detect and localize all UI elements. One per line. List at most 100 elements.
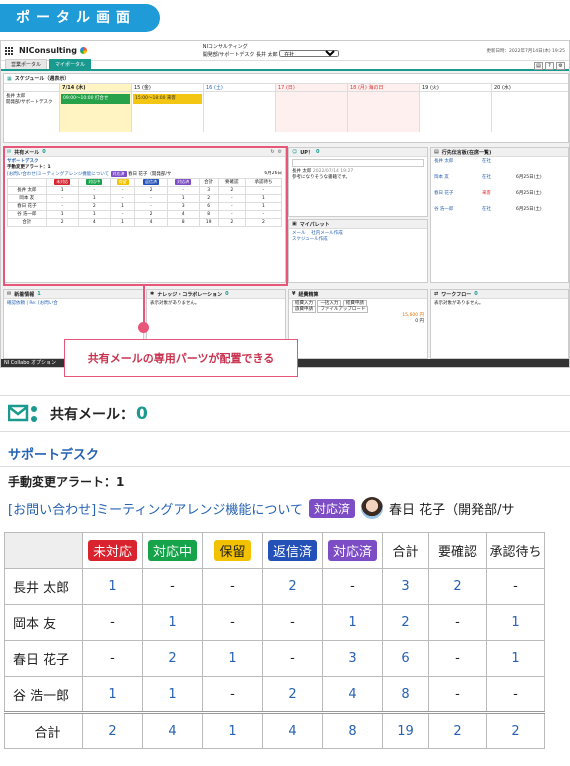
palette-mail[interactable]: メール: [292, 231, 306, 236]
table-cell: -: [262, 640, 323, 677]
table-cell[interactable]: 3: [322, 640, 383, 677]
shared-mail-title: 共有メール：: [50, 406, 134, 423]
page-title: ポータル画面: [0, 4, 160, 32]
row-name: 春日 花子: [4, 640, 83, 677]
table-cell[interactable]: 1: [202, 711, 263, 749]
mypalette-panel: ▣ マイパレット メール 社内メール作成 スケジュール作成: [288, 219, 428, 283]
table-cell: -: [322, 568, 383, 605]
row-name: 合計: [4, 711, 83, 749]
table-cell[interactable]: 2: [382, 604, 429, 641]
mail-subject-link[interactable]: [お問い合わせ]ミーティングアレンジ機能について: [8, 499, 303, 518]
table-cell[interactable]: 6: [382, 640, 429, 677]
table-cell[interactable]: 19: [382, 711, 429, 749]
status-badge: 対応済: [308, 498, 355, 518]
file-upload-button[interactable]: ファイルアップロード: [317, 306, 369, 313]
avatar: [361, 497, 383, 519]
callout-dot: [138, 322, 149, 333]
table-cell[interactable]: 2: [486, 711, 545, 749]
table-cell[interactable]: 2: [262, 568, 323, 605]
column-label: 対応中: [147, 540, 197, 561]
table-cell: -: [82, 640, 143, 677]
column-header: 合計: [382, 532, 429, 569]
help-icon[interactable]: ?: [545, 62, 554, 70]
table-cell[interactable]: 1: [142, 604, 203, 641]
tab-sales-portal[interactable]: 営業ポータル: [5, 59, 48, 69]
column-header: 未対応: [82, 532, 143, 569]
day-header[interactable]: 17 (日): [275, 84, 347, 91]
alert-text: 手動変更アラート：1: [8, 475, 125, 489]
table-cell[interactable]: 2: [428, 568, 487, 605]
highlight-frame: [3, 146, 288, 286]
table-cell[interactable]: 1: [202, 640, 263, 677]
callout-label: 共有メールの専用パーツが配置できる: [64, 339, 298, 377]
column-label: 保留: [214, 540, 251, 561]
destination-row[interactable]: 谷 浩一郎 在社 6月25日(土): [434, 207, 565, 223]
status-select[interactable]: 在社: [279, 49, 340, 57]
up-author: 長井 太郎: [292, 169, 312, 174]
palette-internal-mail[interactable]: 社内メール作成: [311, 231, 343, 236]
table-cell[interactable]: 2: [82, 711, 143, 749]
day-header[interactable]: 15 (金): [131, 84, 203, 91]
schedule-event[interactable]: 15:00〜18:00 来客: [133, 94, 202, 104]
column-header: 対応中: [142, 532, 203, 569]
app-grid-icon[interactable]: [5, 46, 13, 55]
table-cell: -: [486, 568, 545, 605]
up-input[interactable]: [292, 159, 424, 167]
table-cell[interactable]: 1: [322, 604, 383, 641]
palette-schedule[interactable]: スケジュール作成: [292, 237, 328, 242]
day-header[interactable]: 7/14 (木): [59, 84, 131, 91]
table-cell[interactable]: 1: [82, 568, 143, 605]
schedule-event[interactable]: 09:00〜10:00 打合せ: [61, 94, 130, 104]
book-icon[interactable]: ▤: [534, 62, 543, 70]
table-cell[interactable]: 1: [82, 676, 143, 713]
table-cell: -: [428, 640, 487, 677]
shared-mail-zoom: 共有メール： 0 サポートデスク 手動変更アラート：1 [お問い合わせ]ミーティ…: [0, 395, 570, 766]
destination-date: 6月25日(土): [516, 207, 542, 212]
destination-date: 6月25日(土): [516, 175, 542, 180]
portal-screenshot: NIConsulting NIコンサルティング 開発部/サポートデスク 長井 太…: [0, 40, 570, 368]
bulb-icon: ✱: [150, 291, 155, 297]
table-cell[interactable]: 8: [382, 676, 429, 713]
day-header[interactable]: 19 (火): [419, 84, 491, 91]
table-cell[interactable]: 2: [262, 676, 323, 713]
day-header[interactable]: 20 (水): [491, 84, 563, 91]
schedule-days: 7/14 (木) 15 (金) 16 (土) 17 (日) 18 (月) 海の日…: [4, 84, 568, 92]
news-item[interactable]: 確認依頼 | Re: [お問い合: [4, 299, 143, 309]
expense-amount: 0 円: [415, 319, 424, 324]
settings-icon[interactable]: ⚙: [556, 62, 565, 70]
destination-status: 来客: [482, 191, 491, 196]
yen-icon: ¥: [292, 291, 296, 297]
table-cell[interactable]: 3: [382, 568, 429, 605]
table-cell[interactable]: 1: [486, 604, 545, 641]
column-label: 対応済: [327, 540, 377, 561]
day-header[interactable]: 16 (土): [203, 84, 275, 91]
table-row: 長井 太郎 1- -2-3 2-: [4, 568, 545, 605]
table-cell[interactable]: 4: [322, 676, 383, 713]
travel-request-button[interactable]: 旅費申請: [292, 306, 316, 313]
destination-row[interactable]: 春日 花子 来客 6月25日(土): [434, 191, 565, 207]
destination-name: 谷 浩一郎: [434, 207, 454, 212]
table-row: 岡本 友-1--12-1: [4, 604, 545, 641]
table-cell[interactable]: 2: [428, 711, 487, 749]
row-name: 長井 太郎: [4, 568, 83, 605]
team-link[interactable]: サポートデスク: [0, 432, 570, 467]
table-cell[interactable]: 4: [142, 711, 203, 749]
shared-mail-header: 共有メール： 0: [0, 396, 570, 432]
table-cell[interactable]: 1: [142, 676, 203, 713]
callout-line: [143, 285, 145, 327]
destination-row[interactable]: 岡本 友 在社 6月25日(土): [434, 175, 565, 191]
shared-mail-count: 0: [136, 403, 148, 424]
up-panel: ☺ UP！ 0 長井 太郎 2022/07/14 19:27 参考になりそうな書籍で…: [288, 147, 428, 217]
column-label: 合計: [392, 545, 419, 560]
board-icon: ▤: [434, 149, 439, 155]
table-cell[interactable]: 2: [142, 640, 203, 677]
tab-my-portal[interactable]: マイポータル: [49, 59, 92, 69]
destination-status: 在社: [482, 159, 491, 164]
day-header[interactable]: 18 (月) 海の日: [347, 84, 419, 91]
table-cell: -: [486, 676, 545, 713]
table-cell[interactable]: 1: [486, 640, 545, 677]
destination-row[interactable]: 長井 太郎 在社: [434, 159, 565, 175]
table-cell[interactable]: 4: [262, 711, 323, 749]
table-cell[interactable]: 8: [322, 711, 383, 749]
column-label: 承認待ち: [489, 545, 542, 560]
